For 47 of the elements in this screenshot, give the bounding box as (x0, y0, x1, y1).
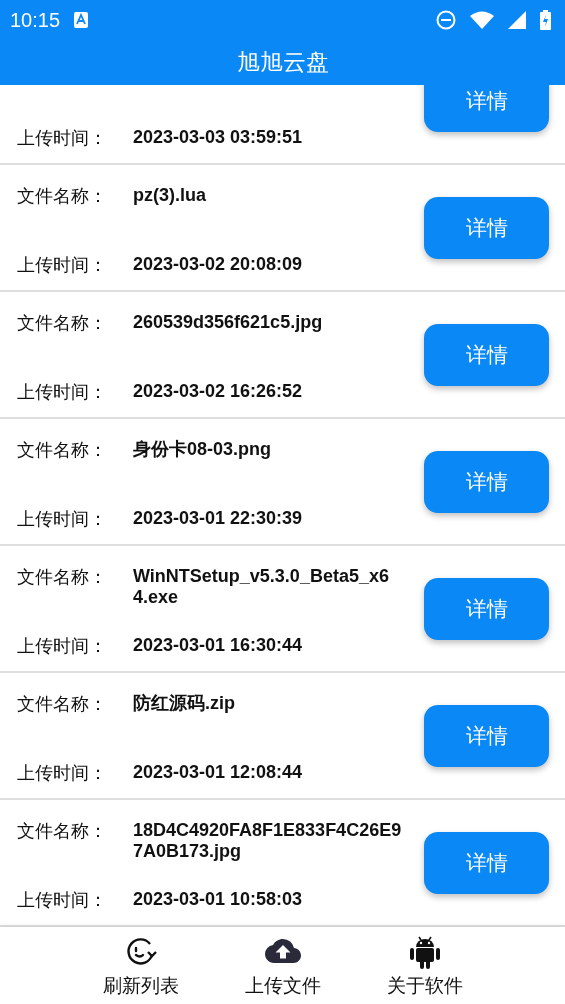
details-button[interactable]: 详情 (424, 450, 549, 513)
upload-time-label: 上传时间： (17, 762, 108, 784)
details-button[interactable]: 详情 (424, 831, 549, 894)
file-name-label: 文件名称： (17, 439, 108, 461)
details-button[interactable]: 详情 (424, 85, 549, 132)
signal-icon (508, 11, 526, 29)
file-name: pz(3).lua (133, 185, 207, 206)
file-name: 18D4C4920FA8F1E833F4C26E97A0B173.jpg (133, 820, 403, 862)
upload-time: 2023-03-03 03:59:51 (133, 127, 304, 148)
upload-time-label: 上传时间： (17, 635, 108, 657)
details-button[interactable]: 详情 (424, 704, 549, 767)
file-name: 260539d356f621c5.jpg (133, 312, 324, 333)
upload-time: 2023-03-02 16:26:52 (133, 381, 304, 402)
nav-button[interactable]: 关于软件 (373, 927, 476, 999)
file-name-label: 文件名称： (17, 693, 108, 715)
wifi-icon (470, 11, 494, 29)
file-name-label: 文件名称： (17, 312, 108, 334)
nav-button[interactable]: 刷新列表 (89, 927, 192, 999)
upload-time-label: 上传时间： (17, 381, 108, 403)
file-name: 防红源码.zip (133, 693, 236, 714)
keyboard-a-icon (74, 12, 89, 28)
nav-label: 关于软件 (386, 974, 463, 998)
upload-time-label: 上传时间： (17, 508, 108, 530)
upload-time: 2023-03-01 16:30:44 (133, 635, 304, 656)
upload-time: 2023-03-02 20:08:09 (133, 254, 304, 275)
file-name-label: 文件名称： (17, 566, 108, 588)
upload-time: 2023-03-01 22:30:39 (133, 508, 304, 529)
file-name: WinNTSetup_v5.3.0_Beta5_x64.exe (133, 566, 390, 608)
nav-button[interactable]: 上传文件 (231, 927, 334, 999)
upload-time: 2023-03-01 10:58:03 (133, 889, 304, 910)
upload-time: 2023-03-01 12:08:44 (133, 762, 304, 783)
app-title: 旭旭云盘 (236, 48, 329, 77)
details-button[interactable]: 详情 (424, 577, 549, 640)
do-not-disturb-icon (436, 10, 456, 30)
battery-icon (540, 10, 551, 30)
upload-time-label: 上传时间： (17, 889, 108, 911)
file-name-label: 文件名称： (17, 820, 108, 842)
nav-label: 刷新列表 (102, 974, 179, 998)
nav-label: 上传文件 (244, 974, 321, 998)
file-name: 身份卡08-03.png (133, 439, 273, 460)
status-time: 10:15 (10, 8, 61, 32)
upload-time-label: 上传时间： (17, 127, 108, 149)
file-name-label: 文件名称： (17, 185, 108, 207)
android-icon (409, 935, 440, 969)
upload-time-label: 上传时间： (17, 254, 108, 276)
details-button[interactable]: 详情 (424, 323, 549, 386)
details-button[interactable]: 详情 (424, 196, 549, 259)
